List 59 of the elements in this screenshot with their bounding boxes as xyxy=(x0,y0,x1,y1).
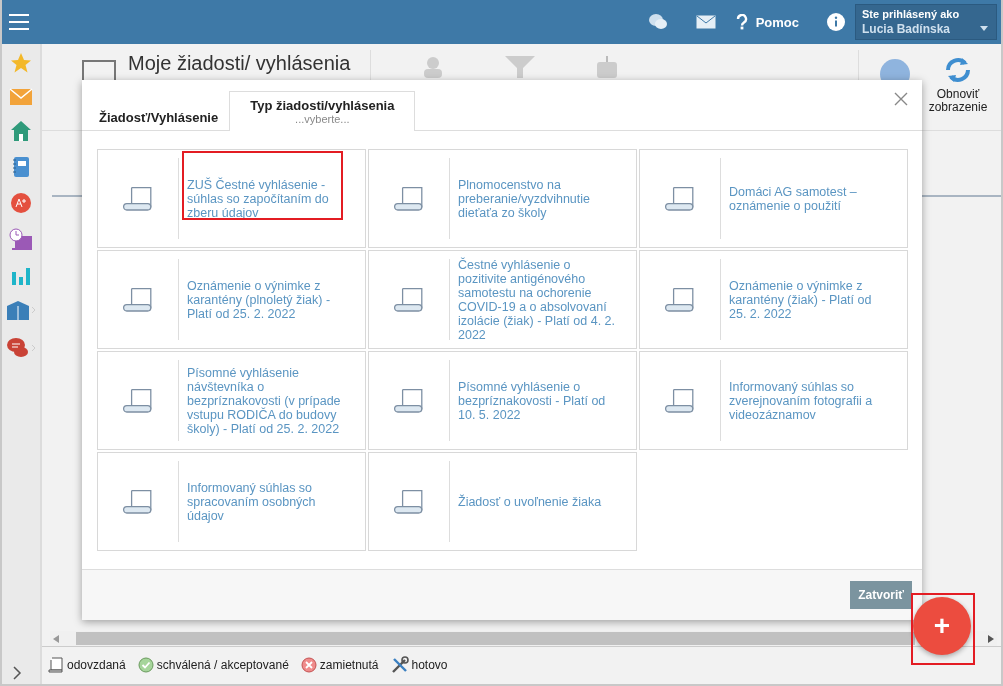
bar-chart-icon[interactable] xyxy=(11,266,31,286)
request-type-tile[interactable]: Informovaný súhlas so zverejnovaním fotografii a videozáznamov xyxy=(639,351,908,450)
help-button[interactable]: Pomoc xyxy=(729,13,805,31)
question-mark-icon xyxy=(735,14,748,30)
envelope-icon[interactable] xyxy=(695,15,716,29)
chat-icon[interactable] xyxy=(6,336,36,360)
tab[interactable]: Žiadosť/Vyhlásenie xyxy=(88,91,230,131)
menu-icon[interactable] xyxy=(8,13,30,31)
scroll-icon xyxy=(393,387,425,414)
house-icon[interactable] xyxy=(10,120,32,142)
request-type-tile[interactable]: Písomné vyhlásenie návštevníka o bezpríznakovosti (v prípade vstupu RODIČA do budovy školy) - Platí od 25. 2. 2022 xyxy=(97,351,366,450)
scroll-icon xyxy=(664,185,696,212)
notebook-icon[interactable] xyxy=(11,156,31,178)
scroll-icon xyxy=(122,286,154,313)
scroll-icon xyxy=(393,488,425,515)
scroll-icon xyxy=(122,185,154,212)
request-type-tile[interactable]: Žiadosť o uvoľnenie žiaka xyxy=(368,452,637,551)
envelope-icon[interactable] xyxy=(9,88,33,106)
check-icon xyxy=(137,657,154,673)
close-button[interactable]: Zatvoriť xyxy=(850,581,912,609)
request-type-tile[interactable]: Oznámenie o výnimke z karantény (žiak) - Platí od 25. 2. 2022 xyxy=(639,250,908,349)
user-name: Lucia Badínska xyxy=(862,22,952,36)
request-type-tile[interactable]: Domáci AG samotest – oznámenie o použití xyxy=(639,149,908,248)
grade-icon[interactable] xyxy=(10,192,32,214)
request-type-tile[interactable]: Informovaný súhlas so spracovaním osobných údajov xyxy=(97,452,366,551)
request-type-tile[interactable]: Čestné vyhlásenie o pozitivite antigénového samotestu na ochorenie COVID-19 a o absolvovaní izolácie (žiak) - Platí od 4. 2. 2022 xyxy=(368,250,637,349)
scroll-icon xyxy=(664,387,696,414)
scroll-icon xyxy=(664,286,696,313)
scroll-icon xyxy=(122,387,154,414)
user-label: Ste prihlásený ako xyxy=(862,8,961,20)
request-type-tile[interactable]: Oznámenie o výnimke z karantény (plnoletý žiak) - Platí od 25. 2. 2022 xyxy=(97,250,366,349)
info-icon[interactable] xyxy=(827,13,845,31)
close-icon xyxy=(894,92,908,106)
scroll-icon xyxy=(122,488,154,515)
funnel-icon xyxy=(505,56,536,78)
cross-icon xyxy=(300,657,317,673)
clock-board-icon[interactable] xyxy=(9,228,33,252)
mailbox-icon xyxy=(595,56,620,78)
add-button[interactable]: + xyxy=(913,597,971,655)
book-icon[interactable] xyxy=(6,300,36,322)
request-type-tile[interactable]: Plnomocenstvo na preberanie/vyzdvihnutie dieťaťa zo školy xyxy=(368,149,637,248)
request-type-tile[interactable]: Písomné vyhlásenie o bezpríznakovosti - Platí od 10. 5. 2022 xyxy=(368,351,637,450)
document-icon xyxy=(48,657,64,673)
page-title: Moje žiadosti/ vyhlásenia xyxy=(128,52,351,75)
tab[interactable]: Typ žiadosti/vyhlásenia ...vyberte... xyxy=(229,91,416,131)
scroll-icon xyxy=(393,286,425,313)
chat-icon[interactable] xyxy=(647,13,668,31)
star-icon[interactable] xyxy=(10,52,32,74)
caret-icon xyxy=(980,26,988,31)
chevron-icon[interactable] xyxy=(12,666,22,680)
legend-label: hotovo xyxy=(411,658,448,672)
refresh-button[interactable]: Obnoviť zobrazenie xyxy=(923,54,993,114)
request-type-tile[interactable]: ZUŠ Čestné vyhlásenie - súhlas so započítaním do zberu údajov xyxy=(97,149,366,248)
legend-label: zamietnutá xyxy=(319,658,379,672)
tools-icon xyxy=(390,656,409,674)
legend-label: schválená / akceptované xyxy=(156,658,289,672)
user-dropdown[interactable]: Ste prihlásený ako Lucia Badínska xyxy=(855,4,997,40)
legend-label: odovzdaná xyxy=(67,658,126,672)
scroll-icon xyxy=(393,185,425,212)
